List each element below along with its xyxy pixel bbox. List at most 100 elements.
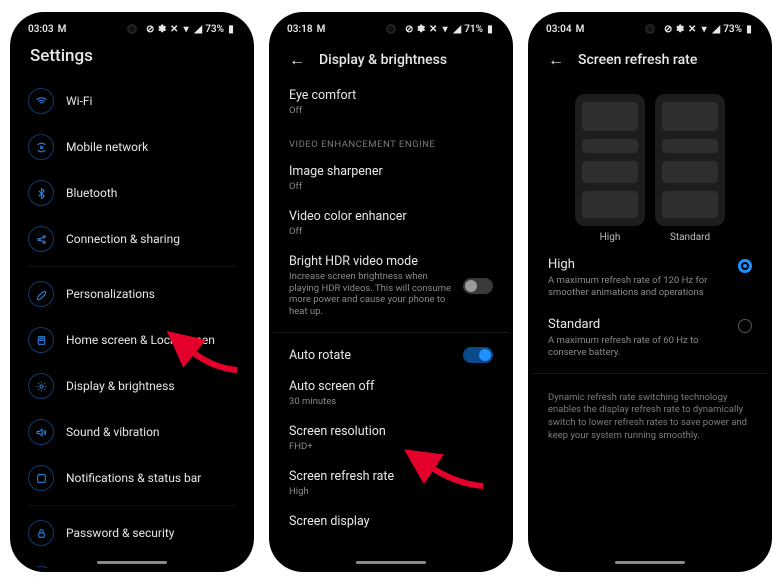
settings-item-label: Home screen & Lock screen (66, 333, 215, 347)
preview-high[interactable] (575, 94, 645, 226)
preview-label-high: High (575, 232, 645, 243)
preview-row: High Standard (532, 80, 768, 247)
row-screen-refresh-rate[interactable]: Screen refresh rate High (273, 461, 509, 506)
battery-pct: 73% (205, 24, 224, 35)
settings-item-label: Connection & sharing (66, 232, 180, 246)
home-indicator[interactable] (356, 561, 426, 564)
radio-high[interactable] (738, 259, 752, 273)
bt-mute-icon: ✽ (675, 24, 685, 35)
sound-icon (28, 419, 54, 445)
camera-notch (127, 24, 137, 34)
dnd-icon: ⊘ (145, 24, 155, 35)
settings-item-label: Display & brightness (66, 379, 175, 393)
phone-display-brightness: 03:18 M ⊘ ✽ ✕ ▾ ◢ 71% ▮ ← Display & brig… (269, 12, 513, 572)
sim-icon (28, 134, 54, 160)
home-indicator[interactable] (615, 561, 685, 564)
home-indicator[interactable] (97, 561, 167, 564)
wifi-icon: ▾ (699, 24, 709, 35)
toggle-bright-hdr[interactable] (463, 278, 493, 294)
back-icon[interactable]: ← (289, 50, 305, 70)
settings-list[interactable]: Wi-Fi Mobile network Bluetooth Connectio… (14, 78, 250, 568)
camera-notch (645, 24, 655, 34)
vibrate-icon: ✕ (687, 24, 697, 35)
signal-icon: ◢ (711, 24, 721, 35)
settings-item-password-security[interactable]: Password & security (14, 510, 250, 556)
page-title: Display & brightness (319, 52, 447, 68)
clock: 03:18 (287, 24, 313, 35)
settings-item-mobile-network[interactable]: Mobile network (14, 124, 250, 170)
clock: 03:04 (546, 24, 572, 35)
settings-item-label: Personalizations (66, 287, 155, 301)
toggle-auto-rotate[interactable] (463, 347, 493, 363)
battery-icon: ▮ (226, 24, 236, 35)
settings-item-personalizations[interactable]: Personalizations (14, 271, 250, 317)
page-title: Screen refresh rate (578, 52, 697, 68)
dnd-icon: ⊘ (404, 24, 414, 35)
phone-refresh-rate: 03:04 M ⊘ ✽ ✕ ▾ ◢ 73% ▮ ← Screen refresh… (528, 12, 772, 572)
gmail-icon: M (576, 24, 585, 35)
gmail-icon: M (58, 24, 67, 35)
divider (28, 266, 236, 267)
bt-mute-icon: ✽ (416, 24, 426, 35)
share-icon (28, 226, 54, 252)
divider (273, 332, 509, 333)
shield-icon (28, 566, 54, 568)
row-bright-hdr[interactable]: Bright HDR video mode Increase screen br… (273, 246, 509, 327)
dnd-icon: ⊘ (663, 24, 673, 35)
option-standard[interactable]: Standard A maximum refresh rate of 60 Hz… (532, 307, 768, 367)
page-title: Settings (14, 38, 250, 78)
settings-item-connection-sharing[interactable]: Connection & sharing (14, 216, 250, 262)
section-video-enhancement: VIDEO ENHANCEMENT ENGINE (273, 125, 509, 156)
row-screen-display[interactable]: Screen display (273, 506, 509, 537)
row-video-color-enhancer[interactable]: Video color enhancer Off (273, 201, 509, 246)
settings-item-wifi[interactable]: Wi-Fi (14, 78, 250, 124)
settings-item-label: Bluetooth (66, 186, 117, 200)
divider (532, 373, 768, 374)
row-image-sharpener[interactable]: Image sharpener Off (273, 156, 509, 201)
battery-icon: ▮ (485, 24, 495, 35)
preview-standard[interactable] (655, 94, 725, 226)
notification-icon (28, 465, 54, 491)
settings-item-label: Notifications & status bar (66, 471, 201, 485)
camera-notch (386, 24, 396, 34)
divider (28, 505, 236, 506)
signal-icon: ◢ (193, 24, 203, 35)
signal-icon: ◢ (452, 24, 462, 35)
battery-icon: ▮ (744, 24, 754, 35)
lock-icon (28, 520, 54, 546)
info-text: Dynamic refresh rate switching technolog… (532, 380, 768, 451)
settings-item-label: Sound & vibration (66, 425, 160, 439)
wifi-icon: ▾ (440, 24, 450, 35)
gmail-icon: M (317, 24, 326, 35)
row-screen-resolution[interactable]: Screen resolution FHD+ (273, 416, 509, 461)
settings-item-bluetooth[interactable]: Bluetooth (14, 170, 250, 216)
option-high[interactable]: High A maximum refresh rate of 120 Hz fo… (532, 247, 768, 307)
settings-item-home-lock[interactable]: Home screen & Lock screen (14, 317, 250, 363)
settings-item-label: Password & security (66, 526, 174, 540)
row-auto-rotate[interactable]: Auto rotate (273, 339, 509, 371)
battery-pct: 73% (723, 24, 742, 35)
phone-settings: 03:03 M ⊘ ✽ ✕ ▾ ◢ 73% ▮ Settings Wi-Fi M… (10, 12, 254, 572)
settings-item-notifications[interactable]: Notifications & status bar (14, 455, 250, 501)
back-icon[interactable]: ← (548, 50, 564, 70)
settings-item-label: Mobile network (66, 140, 148, 154)
settings-scroll[interactable]: Eye comfort Off VIDEO ENHANCEMENT ENGINE… (273, 80, 509, 568)
brightness-icon (28, 373, 54, 399)
row-eye-comfort[interactable]: Eye comfort Off (273, 80, 509, 125)
bt-mute-icon: ✽ (157, 24, 167, 35)
app-header: ← Screen refresh rate (532, 38, 768, 80)
settings-item-sound-vibration[interactable]: Sound & vibration (14, 409, 250, 455)
wifi-icon: ▾ (181, 24, 191, 35)
bluetooth-icon (28, 180, 54, 206)
settings-item-display-brightness[interactable]: Display & brightness (14, 363, 250, 409)
radio-standard[interactable] (738, 319, 752, 333)
row-auto-screen-off[interactable]: Auto screen off 30 minutes (273, 371, 509, 416)
app-header: ← Display & brightness (273, 38, 509, 80)
wifi-icon (28, 88, 54, 114)
brush-icon (28, 281, 54, 307)
vibrate-icon: ✕ (428, 24, 438, 35)
vibrate-icon: ✕ (169, 24, 179, 35)
battery-pct: 71% (464, 24, 483, 35)
clock: 03:03 (28, 24, 54, 35)
home-icon (28, 327, 54, 353)
